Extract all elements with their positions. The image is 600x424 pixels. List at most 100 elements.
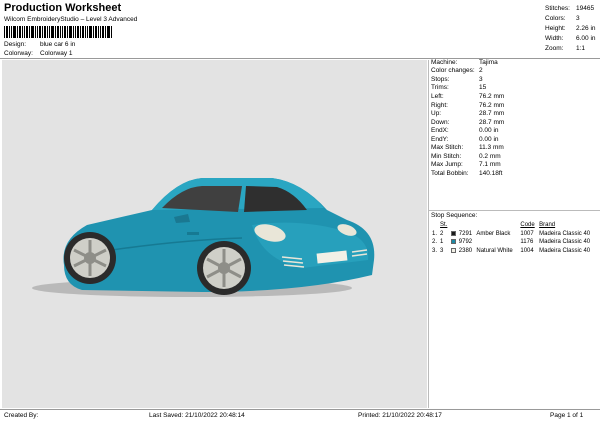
row-code: 1004 [520,248,534,255]
created-by: Created By: [4,412,39,419]
row-index: 2. [432,239,438,246]
stat-label: Stitches: [545,4,570,12]
stat-row: Colors: 3 [545,13,597,23]
detail-row: Down: 28.7 mm [431,118,599,127]
detail-label: Up: [431,110,442,118]
color-swatch [450,230,456,236]
detail-row: Max Jump: 7.1 mm [431,161,599,170]
stop-sequence-title: Stop Sequence: [431,212,478,219]
stat-value: 1:1 [576,45,586,53]
car-embroidery-image [32,178,375,297]
color-swatch [450,248,456,254]
stat-label: Height: [545,24,566,32]
row-num: 9792 [458,239,473,246]
detail-row: Stops: 3 [431,75,599,84]
row-code: 1007 [520,230,534,237]
barcode [4,26,112,38]
detail-row: EndY: 0.00 in [431,135,599,144]
software-name: Wilcom EmbroideryStudio – Level 3 Advanc… [4,16,138,23]
detail-label: Trims: [431,84,449,92]
detail-value: 28.7 mm [479,110,505,118]
detail-value: 76.2 mm [479,101,505,109]
col-name [475,221,519,230]
row-index: 1. [432,230,438,237]
stat-label: Colors: [545,14,566,22]
detail-value: 0.2 mm [479,152,501,160]
detail-row: Left: 76.2 mm [431,92,599,101]
detail-value: 0.00 in [479,127,499,135]
table-row: 3. 3 2380 Natural White 1004 Madeira Cla… [431,247,599,256]
colorway-label: Colorway: [4,50,33,57]
detail-label: Right: [431,101,448,109]
row-name: Natural White [476,248,513,255]
detail-value: 7.1 mm [479,161,501,169]
detail-value: 28.7 mm [479,118,505,126]
detail-value: Tajima [479,58,498,66]
detail-label: Max Jump: [431,161,463,169]
detail-row: Right: 76.2 mm [431,101,599,110]
detail-value: 11.3 mm [479,144,504,152]
row-st: 1 [440,239,444,246]
detail-row: Up: 28.7 mm [431,109,599,118]
summary-stats: Stitches: 19465 Colors: 3 Height: 2.26 in W… [545,3,597,54]
detail-row: EndX: 0.00 in [431,126,599,135]
row-st: 3 [440,248,444,255]
design-preview [2,60,427,408]
detail-label: Stops: [431,75,450,83]
row-st: 2 [440,230,444,237]
row-num: 7291 [458,230,473,237]
col-brand: Brand [539,222,556,229]
table-row: 1. 2 7291 Amber Black 1007 Madeira Class… [431,230,599,239]
detail-label: Color changes: [431,67,475,75]
detail-row: Max Stitch: 11.3 mm [431,143,599,152]
detail-value: 15 [479,84,487,92]
colorway-value: Colorway 1 [40,50,73,57]
stat-value: 19465 [576,4,595,12]
stat-label: Width: [545,35,564,43]
row-name [475,238,519,247]
stat-label: Zoom: [545,45,564,53]
row-name: Amber Black [476,230,511,237]
detail-row: Total Bobbin: 140.18ft [431,169,599,178]
color-swatch [450,239,456,245]
detail-row: Min Stitch: 0.2 mm [431,152,599,161]
printed-date: Printed: 21/10/2022 20:48:17 [358,412,442,419]
footer-divider [0,409,600,410]
row-brand: Madeira Classic 40 [539,230,591,237]
design-value: blue car 6 in [40,41,76,48]
row-swatch-cell [450,238,458,247]
stat-row: Width: 6.00 in [545,34,597,44]
detail-label: Machine: [431,58,458,66]
detail-value: 3 [479,75,483,83]
panel-divider [428,60,429,408]
detail-label: EndY: [431,135,449,143]
row-swatch-cell [450,247,458,256]
row-swatch-cell [450,230,458,239]
detail-label: Down: [431,118,450,126]
detail-label: EndX: [431,127,449,135]
detail-value: 140.18ft [479,169,503,177]
design-label: Design: [4,41,27,48]
col-index [431,221,439,230]
row-index: 3. [432,248,438,255]
sequence-divider [429,210,600,211]
detail-row: Trims: 15 [431,84,599,93]
stop-sequence-table: St. Code Brand 1. 2 7291 Amber Black 100… [431,221,599,255]
table-row: 2. 1 9792 1176 Madeira Classic 40 [431,238,599,247]
detail-value: 76.2 mm [479,92,505,100]
stat-value: 3 [576,14,580,22]
col-color [450,221,458,230]
stat-value: 2.26 in [576,24,596,32]
detail-row: Machine: Tajima [431,58,599,67]
col-st: St. [440,222,448,229]
last-saved: Last Saved: 21/10/2022 20:48:14 [149,412,245,419]
detail-label: Total Bobbin: [431,169,469,177]
table-header-row: St. Code Brand [431,221,599,230]
detail-label: Min Stitch: [431,152,462,160]
row-num: 2380 [458,248,473,255]
col-code: Code [520,222,535,229]
row-brand: Madeira Classic 40 [539,239,591,246]
design-details: Machine: Tajima Color changes: 2 Stops: 3 T… [431,58,599,178]
stat-value: 6.00 in [576,35,596,43]
row-code: 1176 [520,239,534,246]
